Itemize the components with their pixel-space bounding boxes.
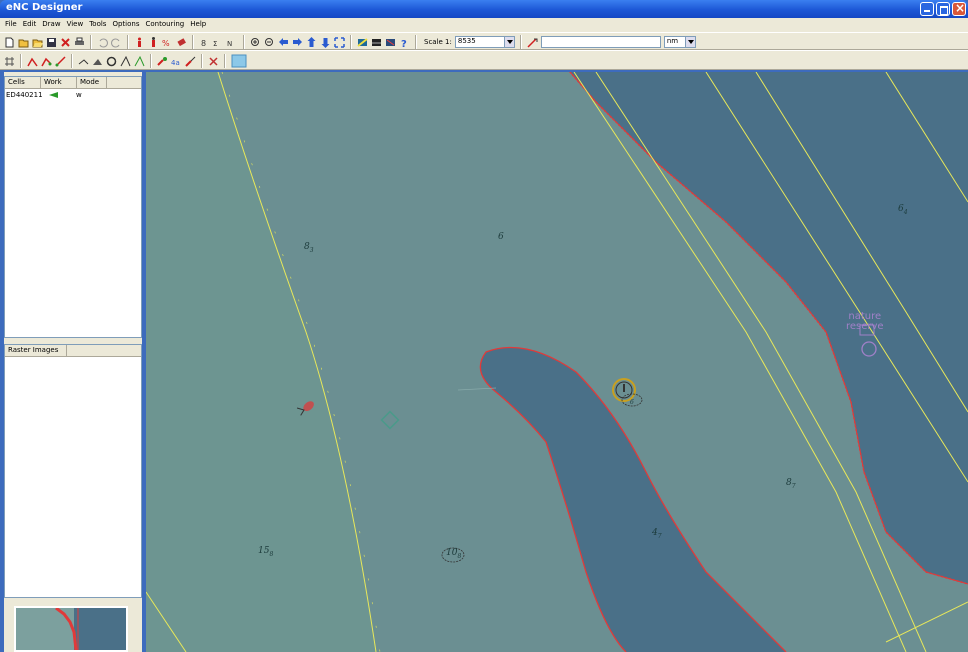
pan-left-icon[interactable] (278, 37, 289, 48)
depth-percent-icon[interactable]: % (162, 37, 173, 48)
depth-label: 83 (304, 242, 314, 254)
menu-view[interactable]: View (64, 18, 87, 32)
zoom-extent-icon[interactable] (334, 36, 345, 48)
menu-bar: File Edit Draw View Tools Options Contou… (0, 18, 968, 32)
redo-icon[interactable] (111, 37, 122, 48)
unit-combo[interactable]: nm (663, 36, 696, 48)
depth-label: 6 (630, 398, 634, 406)
maximize-button[interactable] (936, 2, 950, 16)
raster-images-list[interactable]: Raster Images (4, 344, 142, 598)
help-icon[interactable]: ? (399, 37, 410, 50)
measure-field[interactable] (540, 36, 661, 48)
symbol-icon[interactable] (157, 56, 168, 67)
label-icon[interactable]: 4a (171, 56, 182, 67)
shallow-strip-west (146, 72, 376, 652)
menu-tools[interactable]: Tools (86, 18, 109, 32)
circle-icon[interactable] (106, 56, 117, 67)
menu-options[interactable]: Options (109, 18, 142, 32)
line-add-icon[interactable] (41, 56, 52, 67)
svg-text:%: % (162, 39, 170, 48)
scale-label: Scale 1: (424, 38, 452, 46)
sounding-list-icon[interactable]: Σ (213, 37, 224, 48)
left-panel: Cells Work Mode ED440211 w Raster Images (4, 72, 142, 652)
edit-toolbar: 4a (0, 50, 968, 70)
cell-mode: w (76, 90, 82, 99)
new-icon[interactable] (4, 37, 15, 48)
zoom-in-icon[interactable] (250, 37, 261, 48)
overview-map[interactable] (14, 606, 128, 652)
table-row[interactable]: ED440211 w (5, 89, 141, 100)
display-a-icon[interactable] (357, 37, 368, 48)
zoom-out-icon[interactable] (264, 37, 275, 48)
main-toolbar: % 8 Σ N ? Scale 1: 8535 nm (0, 32, 968, 50)
depth-label: 158 (258, 546, 274, 558)
display-b-icon[interactable] (371, 37, 382, 48)
point-add-icon[interactable] (92, 56, 103, 67)
yellow-box-se (885, 601, 968, 643)
mode-column-header[interactable]: Mode (77, 77, 107, 88)
depth-info-icon[interactable] (148, 36, 159, 48)
delete-icon[interactable] (60, 37, 71, 48)
depth-label: 87 (786, 478, 796, 490)
svg-text:N: N (227, 40, 232, 48)
brush-icon[interactable] (185, 56, 196, 67)
scale-value: 8535 (457, 37, 476, 45)
depth-label: 6 (498, 232, 504, 242)
cells-list[interactable]: Cells Work Mode ED440211 w (4, 76, 142, 338)
undo-icon[interactable] (97, 37, 108, 48)
info-icon[interactable] (134, 37, 145, 48)
chevron-down-icon[interactable] (684, 37, 695, 47)
nature-reserve-label: nature reserve (846, 311, 884, 332)
svg-text:Σ: Σ (213, 40, 217, 48)
menu-edit[interactable]: Edit (20, 18, 40, 32)
cut-icon[interactable] (208, 56, 219, 67)
depth-label: 64 (898, 204, 908, 216)
svg-text:?: ? (401, 39, 407, 48)
window-title: eNC Designer (6, 2, 83, 13)
raster-icon[interactable] (231, 54, 247, 68)
point-move-icon[interactable] (78, 56, 89, 67)
line-draw-icon[interactable] (55, 55, 66, 67)
svg-text:4a: 4a (171, 59, 180, 67)
cells-column-header[interactable]: Cells (5, 77, 41, 88)
work-column-header[interactable]: Work (41, 77, 77, 88)
raster-images-header[interactable]: Raster Images (5, 345, 67, 356)
title-bar: eNC Designer (0, 0, 968, 18)
eraser-icon[interactable] (176, 37, 187, 48)
menu-contouring[interactable]: Contouring (142, 18, 187, 32)
pan-down-icon[interactable] (320, 37, 331, 48)
open-folder-icon[interactable] (32, 37, 43, 48)
grid-icon[interactable] (4, 56, 15, 67)
chevron-down-icon[interactable] (503, 37, 514, 47)
thin-line (457, 387, 497, 391)
menu-file[interactable]: File (2, 18, 20, 32)
scale-combo[interactable]: 8535 (454, 36, 515, 48)
chart-map-view[interactable]: 83 6 64 158 108 47 87 6 nature reserve (146, 72, 968, 652)
sounding-n-icon[interactable]: N (227, 37, 238, 48)
close-button[interactable] (952, 1, 966, 16)
save-icon[interactable] (46, 37, 57, 48)
svg-text:8: 8 (201, 39, 206, 48)
area-b-icon[interactable] (134, 55, 145, 67)
depth-label: 47 (652, 528, 662, 540)
menu-help[interactable]: Help (187, 18, 209, 32)
depth-label: 108 (446, 548, 462, 560)
sounding-icon[interactable]: 8 (199, 37, 210, 48)
unit-value: nm (666, 37, 679, 45)
line-edit-icon[interactable] (27, 56, 38, 67)
pan-up-icon[interactable] (306, 36, 317, 48)
display-c-icon[interactable] (385, 37, 396, 48)
chart-map-canvas[interactable] (146, 72, 968, 652)
minimize-button[interactable] (920, 2, 934, 16)
work-arrow-icon (49, 91, 58, 98)
menu-draw[interactable]: Draw (39, 18, 63, 32)
beacon-diamond (380, 410, 400, 430)
measure-icon[interactable] (527, 37, 538, 48)
area-a-icon[interactable] (120, 55, 131, 67)
cell-name: ED440211 (6, 90, 43, 99)
pan-right-icon[interactable] (292, 37, 303, 48)
open-icon[interactable] (18, 37, 29, 48)
print-icon[interactable] (74, 37, 85, 48)
